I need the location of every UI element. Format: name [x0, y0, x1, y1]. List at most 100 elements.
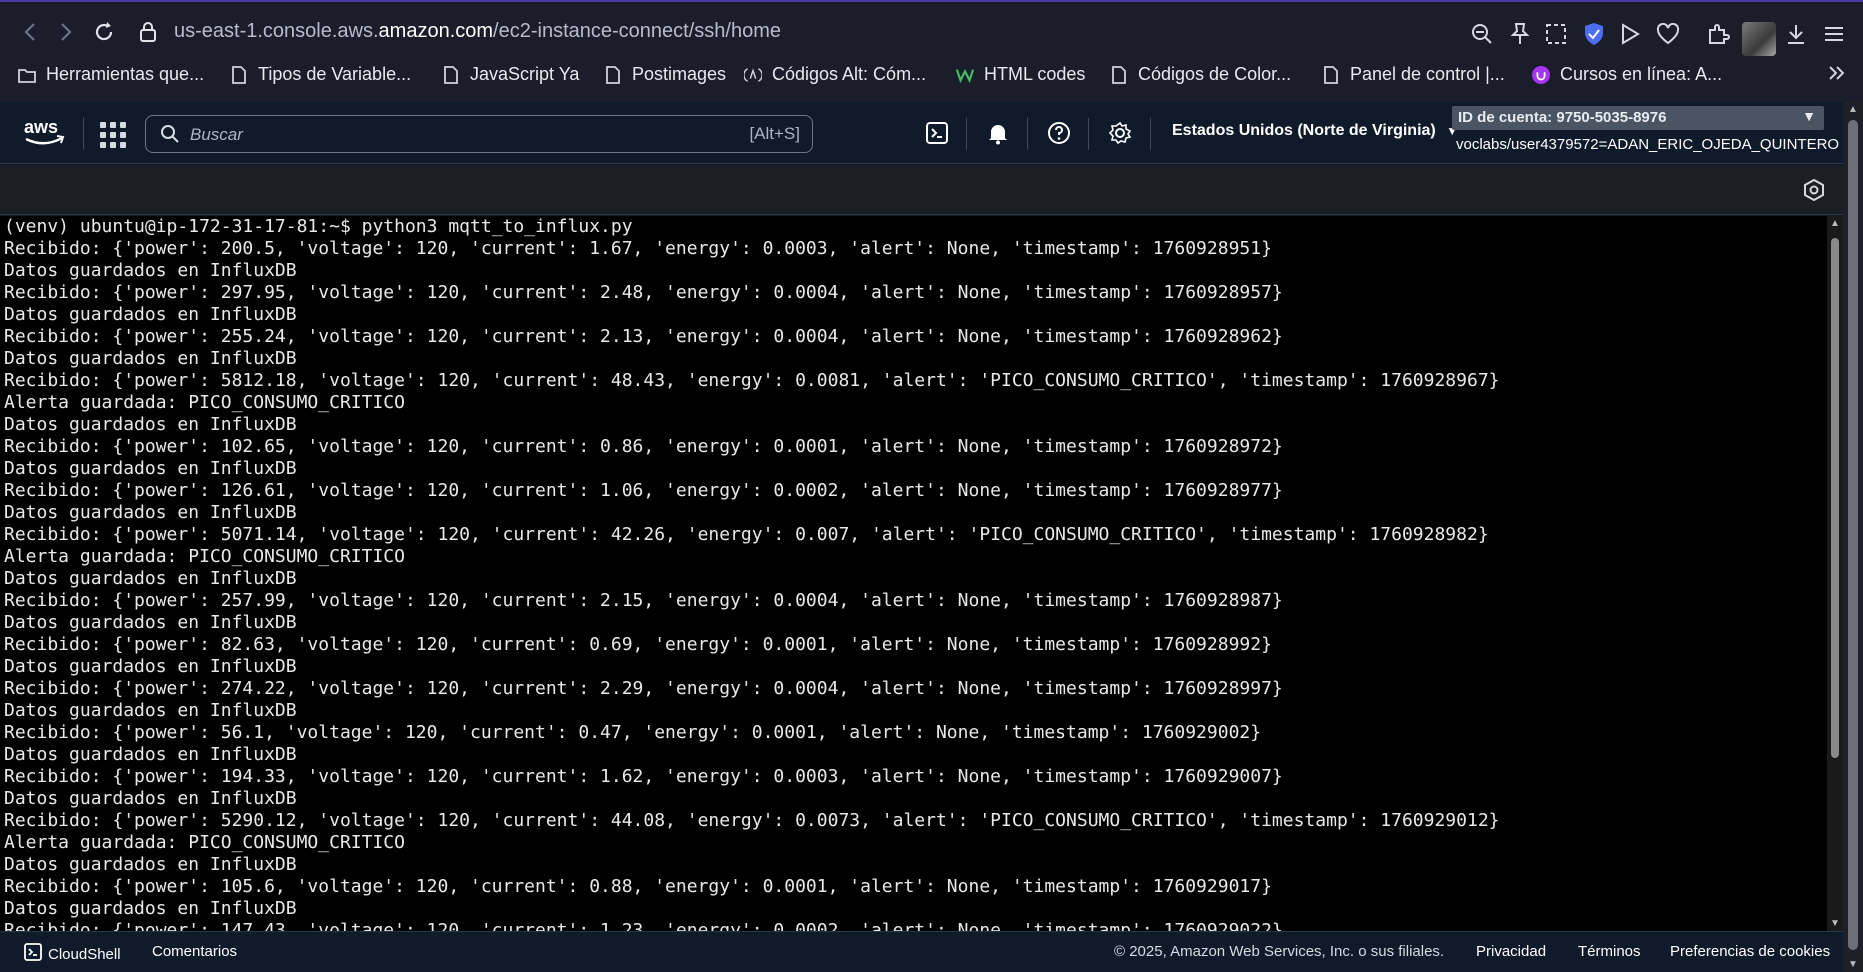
privacy-link[interactable]: Privacidad: [1476, 943, 1546, 960]
bookmark-panel-control[interactable]: Panel de control |...: [1322, 64, 1505, 85]
session-settings-icon[interactable]: [1803, 178, 1825, 202]
page-icon: [442, 65, 460, 84]
profile-avatar[interactable]: [1742, 22, 1776, 56]
forward-icon[interactable]: [52, 18, 80, 46]
search-shortcut: [Alt+S]: [749, 124, 800, 143]
page-icon: [1110, 65, 1128, 84]
terminal-line: Recibido: {'power': 274.22, 'voltage': 1…: [4, 678, 1283, 699]
terminal-line: Datos guardados en InfluxDB: [4, 568, 297, 589]
url-prefix: us-east-1.console.aws.: [174, 20, 379, 42]
aws-logo[interactable]: aws: [22, 116, 66, 150]
copyright-text: © 2025, Amazon Web Services, Inc. o sus …: [1114, 943, 1445, 960]
cloudshell-icon[interactable]: [922, 118, 952, 148]
cloudshell-icon: [24, 943, 42, 965]
back-icon[interactable]: [16, 18, 44, 46]
region-selector[interactable]: Estados Unidos (Norte de Virginia) ▼: [1172, 122, 1458, 140]
terminal-line: Datos guardados en InfluxDB: [4, 414, 297, 435]
scroll-up-icon[interactable]: ▲: [1848, 104, 1858, 115]
page-icon: [1322, 65, 1340, 84]
vpn-shield-icon[interactable]: [1580, 20, 1608, 48]
page-scrollbar[interactable]: ▲ ▼: [1843, 102, 1863, 972]
region-label: Estados Unidos (Norte de Virginia): [1172, 122, 1436, 139]
terminal-line: Datos guardados en InfluxDB: [4, 788, 297, 809]
feedback-link[interactable]: Comentarios: [152, 943, 237, 960]
download-icon[interactable]: [1782, 20, 1810, 48]
terms-link[interactable]: Términos: [1578, 943, 1641, 960]
heart-icon[interactable]: [1654, 20, 1682, 48]
terminal-line: Recibido: {'power': 147.43, 'voltage': 1…: [4, 920, 1283, 931]
bookmark-label: Panel de control |...: [1350, 64, 1505, 84]
site-settings-icon[interactable]: [134, 18, 162, 46]
terminal-line: Recibido: {'power': 255.24, 'voltage': 1…: [4, 326, 1283, 347]
settings-gear-icon[interactable]: [1105, 118, 1135, 148]
services-grid-icon[interactable]: [100, 122, 126, 148]
console-footer: CloudShell Comentarios © 2025, Amazon We…: [0, 931, 1843, 972]
nav-divider: [966, 118, 967, 150]
bookmark-postimages[interactable]: Postimages: [604, 64, 726, 85]
scroll-up-icon[interactable]: ▲: [1830, 218, 1840, 229]
url-host: amazon.com: [378, 20, 494, 42]
terminal-line: Datos guardados en InfluxDB: [4, 304, 297, 325]
bookmark-tipos-variable[interactable]: Tipos de Variable...: [230, 64, 411, 85]
bookmark-codigos-alt[interactable]: Códigos Alt: Cóm...: [744, 64, 926, 85]
menu-icon[interactable]: [1820, 20, 1848, 48]
terminal-line: Datos guardados en InfluxDB: [4, 854, 297, 875]
scroll-down-icon[interactable]: ▼: [1830, 918, 1840, 929]
bookmark-herramientas[interactable]: Herramientas que...: [18, 64, 204, 85]
player-icon[interactable]: [1616, 20, 1644, 48]
terminal-line: Datos guardados en InfluxDB: [4, 656, 297, 677]
scrollbar-thumb[interactable]: [1848, 120, 1858, 950]
bookmark-label: Códigos de Color...: [1138, 64, 1292, 84]
aws-top-navigation: aws [Alt+S] Estados Unidos (Norte de Vir…: [0, 102, 1843, 164]
terminal-line: Recibido: {'power': 194.33, 'voltage': 1…: [4, 766, 1283, 787]
search-input[interactable]: [190, 122, 690, 148]
account-id: ID de cuenta: 9750-5035-8976 ▼: [1452, 106, 1824, 130]
extensions-icon[interactable]: [1704, 20, 1732, 48]
address-bar[interactable]: us-east-1.console.aws.amazon.com/ec2-ins…: [174, 20, 781, 43]
bookmark-label: Herramientas que...: [46, 64, 205, 84]
terminal-line: Recibido: {'power': 102.65, 'voltage': 1…: [4, 436, 1283, 457]
bookmark-label: Códigos Alt: Cóm...: [772, 64, 927, 84]
cookie-preferences-link[interactable]: Preferencias de cookies: [1670, 943, 1830, 960]
bookmark-cursos-linea[interactable]: Cursos en línea: A...: [1532, 64, 1722, 85]
bookmark-label: JavaScript Ya: [470, 64, 580, 84]
zoom-out-icon[interactable]: [1468, 20, 1496, 48]
terminal-line: Alerta guardada: PICO_CONSUMO_CRITICO: [4, 832, 405, 853]
scrollbar-thumb[interactable]: [1831, 238, 1839, 758]
terminal-line: Recibido: {'power': 126.61, 'voltage': 1…: [4, 480, 1283, 501]
w-logo-icon: [956, 66, 974, 84]
screenshot-icon[interactable]: [1542, 20, 1570, 48]
session-toolbar: [0, 165, 1843, 215]
bookmark-codigos-color[interactable]: Códigos de Color...: [1110, 64, 1291, 85]
reload-icon[interactable]: [90, 18, 118, 46]
alt-codes-icon: [744, 66, 762, 84]
caret-down-icon: ▼: [1802, 108, 1816, 124]
bookmark-label: HTML codes: [984, 64, 1086, 84]
terminal-output[interactable]: (venv) ubuntu@ip-172-31-17-81:~$ python3…: [0, 216, 1843, 931]
help-icon[interactable]: [1044, 118, 1074, 148]
browser-nav-row: us-east-1.console.aws.amazon.com/ec2-ins…: [0, 10, 1863, 56]
url-path: /ec2-instance-connect/ssh/home: [493, 20, 781, 42]
bookmark-label: Tipos de Variable...: [258, 64, 412, 84]
aws-search[interactable]: [Alt+S]: [145, 115, 813, 153]
folder-icon: [18, 66, 36, 84]
cloudshell-footer-button[interactable]: CloudShell: [24, 943, 121, 965]
terminal-line: Recibido: {'power': 297.95, 'voltage': 1…: [4, 282, 1283, 303]
terminal-line: Datos guardados en InfluxDB: [4, 612, 297, 633]
terminal-line: Recibido: {'power': 5812.18, 'voltage': …: [4, 370, 1500, 391]
terminal-scrollbar[interactable]: ▲ ▼: [1827, 216, 1843, 931]
scroll-down-icon[interactable]: ▼: [1848, 959, 1858, 970]
page-icon: [604, 65, 622, 84]
account-menu[interactable]: ID de cuenta: 9750-5035-8976 ▼ voclabs/u…: [1452, 106, 1843, 162]
bookmark-html-codes[interactable]: HTML codes: [956, 64, 1085, 85]
bookmarks-bar: Herramientas que... Tipos de Variable...…: [0, 60, 1863, 94]
udemy-icon: [1532, 65, 1550, 84]
terminal-line: Recibido: {'power': 200.5, 'voltage': 12…: [4, 238, 1272, 259]
terminal-line: Recibido: {'power': 257.99, 'voltage': 1…: [4, 590, 1283, 611]
bookmarks-overflow-icon[interactable]: [1828, 64, 1846, 82]
terminal-line: Datos guardados en InfluxDB: [4, 744, 297, 765]
bookmark-javascript-ya[interactable]: JavaScript Ya: [442, 64, 579, 85]
notifications-bell-icon[interactable]: [983, 118, 1013, 148]
account-id-label: ID de cuenta: 9750-5035-8976: [1458, 109, 1667, 126]
pin-icon[interactable]: [1506, 20, 1534, 48]
